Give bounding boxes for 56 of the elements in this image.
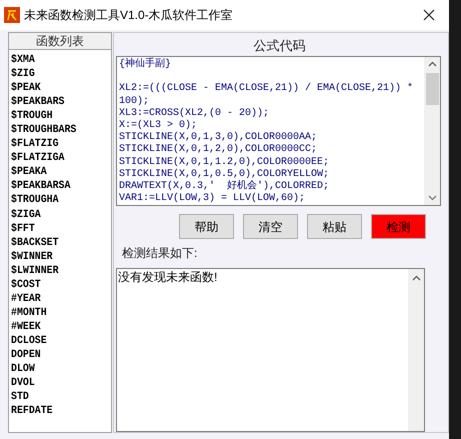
function-list-item[interactable]: $TROUGHBARS [11, 123, 101, 138]
function-list-item[interactable]: $FFT [11, 222, 101, 236]
code-line: VAR1:=LLV(LOW,3) = LLV(LOW,60); [119, 193, 306, 205]
toolbar-button[interactable]: 检测 [371, 214, 426, 239]
function-list-item[interactable]: DLOW [11, 362, 101, 376]
function-list-item[interactable]: $FLATZIG [11, 137, 101, 152]
window-title: 未来函数检测工具V1.0-木瓜软件工作室 [24, 7, 233, 24]
scroll-up-icon[interactable] [412, 275, 420, 281]
result-label: 检测结果如下: [122, 245, 198, 262]
result-text: 没有发现未来函数! [117, 269, 218, 286]
scrollbar[interactable] [408, 269, 424, 431]
function-list-item[interactable]: #WEEK [11, 320, 101, 334]
code-line: DRAWTEXT(X,0.3,' 好机会'),COLORRED; [119, 180, 330, 192]
function-list-item[interactable]: $LWINNER [11, 264, 101, 278]
function-list-item[interactable]: #YEAR [11, 292, 101, 306]
code-line: STICKLINE(X,0,1,3,0),COLOR0000AA; [119, 132, 318, 144]
toolbar-button[interactable]: 帮助 [179, 214, 234, 239]
function-list-item[interactable]: $PEAKBARSA [11, 179, 101, 194]
function-list-item[interactable]: STD [11, 390, 101, 404]
toolbar-button[interactable]: 清空 [243, 214, 298, 239]
function-list-item[interactable]: $PEAK [11, 81, 101, 96]
list-header: 函数列表 [9, 33, 111, 50]
function-list-item[interactable]: $WINNER [11, 250, 101, 264]
toolbar-button[interactable]: 粘贴 [307, 214, 362, 239]
code-line: XL2:=(((CLOSE - EMA(CLOSE,21)) / EMA(CLOSE,21)) * [119, 83, 414, 96]
code-editor[interactable] [116, 56, 441, 206]
function-list-item[interactable]: $PEAKA [11, 165, 101, 180]
code-line: STICKLINE(X,0,1,0.5,0),COLORYELLOW; [119, 168, 330, 180]
function-list-item[interactable]: $ZIG [11, 67, 101, 82]
function-list-item[interactable]: DVOL [11, 376, 101, 390]
code-line: STICKLINE(X,0,1,1.2,0),COLOR0000EE; [119, 156, 330, 168]
function-list-item[interactable]: DCLOSE [11, 334, 101, 348]
code-line: X:=(XL3 > 0); [119, 120, 198, 132]
code-line: {神仙手副} [119, 59, 172, 72]
panel-header: 公式代码 [252, 37, 306, 55]
app-logo-icon [4, 7, 20, 23]
function-list-item[interactable]: $TROUGH [11, 109, 101, 124]
close-icon[interactable] [423, 9, 435, 21]
function-list-item[interactable]: $ZIGA [11, 208, 101, 222]
code-line: XL3:=CROSS(XL2,(0 - 20)); [119, 108, 270, 120]
scroll-up-icon[interactable] [428, 61, 436, 67]
function-list-item[interactable]: DOPEN [11, 348, 101, 362]
result-box[interactable]: 没有发现未来函数! [116, 268, 425, 432]
function-list-item[interactable]: #MONTH [11, 306, 101, 320]
scroll-thumb[interactable] [426, 73, 438, 105]
function-list-item[interactable]: $PEAKBARS [11, 95, 101, 110]
scrollbar[interactable] [424, 57, 440, 205]
function-list-item[interactable]: REFDATE [11, 404, 101, 418]
function-list-item[interactable]: $XMA [11, 53, 101, 68]
code-line: 100); [119, 96, 150, 108]
scroll-down-icon[interactable] [428, 195, 436, 201]
function-list-item[interactable]: $COST [11, 278, 101, 292]
function-list-item[interactable]: $BACKSET [11, 236, 101, 250]
code-line: STICKLINE(X,0,1,2,0),COLOR0000CC; [119, 144, 318, 156]
function-list-item[interactable]: $FLATZIGA [11, 151, 101, 166]
function-list-item[interactable]: $TROUGHA [11, 193, 101, 208]
